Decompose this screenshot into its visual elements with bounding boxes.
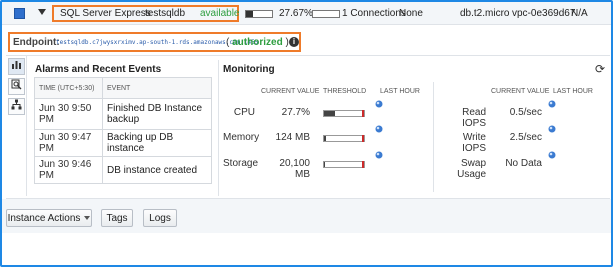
sparkline-icon[interactable] bbox=[375, 100, 383, 108]
endpoint-label: Endpoint: bbox=[13, 37, 60, 48]
connections-bar bbox=[312, 10, 340, 18]
actions-bar bbox=[2, 199, 611, 233]
alarms-section-title: Alarms and Recent Events bbox=[35, 64, 162, 75]
column-header-event: EVENT bbox=[102, 77, 212, 99]
multi-az: N/A bbox=[571, 8, 588, 19]
instance-actions-button[interactable]: Instance Actions bbox=[6, 209, 92, 227]
header-threshold: THRESHOLD bbox=[323, 88, 367, 95]
metric-label-read-iops: Read IOPS bbox=[462, 107, 486, 129]
metric-value-memory: 124 MB bbox=[275, 132, 310, 143]
metric-label-storage: Storage bbox=[223, 158, 259, 169]
metric-label-memory: Memory bbox=[223, 132, 260, 143]
sparkline-icon[interactable] bbox=[375, 151, 383, 159]
metric-label-swap-usage: Swap Usage bbox=[457, 158, 486, 180]
magnifier-icon[interactable] bbox=[8, 78, 25, 95]
info-icon[interactable]: i bbox=[289, 37, 299, 47]
metric-label-cpu: CPU bbox=[233, 107, 255, 118]
table-row: Jun 30 9:50 PM Finished DB Instance back… bbox=[34, 98, 212, 130]
auth-open-paren: ( bbox=[226, 37, 230, 48]
metric-value-swap-usage: No Data bbox=[505, 158, 542, 169]
threshold-fill-memory bbox=[324, 136, 326, 141]
connections-count: 1 Connections bbox=[342, 8, 406, 19]
event-text: Backing up DB instance bbox=[102, 129, 212, 157]
chevron-down-icon bbox=[84, 216, 91, 221]
hierarchy-icon[interactable] bbox=[8, 98, 25, 115]
status-badge: available bbox=[200, 8, 240, 19]
threshold-marker-cpu bbox=[362, 110, 364, 117]
rds-instance-panel: SQL Server Express testsqldb available 2… bbox=[0, 0, 613, 267]
metric-value-read-iops: 0.5/sec bbox=[509, 107, 542, 118]
row-select-checkbox[interactable] bbox=[14, 8, 25, 19]
threshold-bar-cpu bbox=[323, 110, 365, 117]
detail-view-toolbar bbox=[6, 56, 27, 196]
sparkline-icon[interactable] bbox=[548, 125, 556, 133]
threshold-marker-storage bbox=[362, 161, 364, 168]
metric-label-write-iops: Write IOPS bbox=[462, 132, 486, 154]
monitoring-column-divider bbox=[433, 82, 434, 192]
event-time: Jun 30 9:47 PM bbox=[34, 129, 103, 157]
metric-value-write-iops: 2.5/sec bbox=[509, 132, 542, 143]
logs-button[interactable]: Logs bbox=[143, 209, 177, 227]
instance-summary-row[interactable]: SQL Server Express testsqldb available 2… bbox=[2, 2, 611, 25]
refresh-icon[interactable]: ⟳ bbox=[595, 62, 605, 76]
header-last-hour: LAST HOUR bbox=[380, 88, 420, 95]
expand-caret-icon[interactable] bbox=[38, 9, 46, 15]
threshold-bar-memory bbox=[323, 135, 365, 142]
tags-button[interactable]: Tags bbox=[101, 209, 133, 227]
authorized-text: authorized bbox=[232, 37, 283, 48]
threshold-fill-storage bbox=[324, 162, 325, 167]
threshold-fill-cpu bbox=[324, 111, 336, 116]
sparkline-icon[interactable] bbox=[548, 151, 556, 159]
engine-label: SQL Server Express bbox=[60, 8, 151, 19]
monitoring-section-title: Monitoring bbox=[223, 64, 275, 75]
threshold-bar-storage bbox=[323, 161, 365, 168]
cpu-usage-fill bbox=[246, 11, 254, 17]
instance-class: db.t2.micro bbox=[460, 8, 510, 19]
event-text: Finished DB Instance backup bbox=[102, 98, 212, 130]
header-current-value: CURRENT VALUE bbox=[261, 88, 320, 95]
header-last-hour-right: LAST HOUR bbox=[553, 88, 593, 95]
bar-chart-icon[interactable] bbox=[8, 58, 25, 75]
sparkline-icon[interactable] bbox=[548, 100, 556, 108]
endpoint-authorization: ( authorized ) bbox=[226, 37, 289, 48]
event-time: Jun 30 9:46 PM bbox=[34, 156, 103, 184]
alarms-events-table: TIME (UTC+5:30) EVENT Jun 30 9:50 PM Fin… bbox=[34, 77, 212, 184]
event-text: DB instance created bbox=[102, 156, 212, 184]
threshold-marker-memory bbox=[362, 135, 364, 142]
vpc-id: vpc-0e369d67 bbox=[512, 8, 576, 19]
table-row: Jun 30 9:46 PM DB instance created bbox=[34, 156, 212, 184]
event-time: Jun 30 9:50 PM bbox=[34, 98, 103, 130]
monitoring-divider bbox=[218, 60, 219, 196]
replication-role: None bbox=[399, 8, 423, 19]
section-divider bbox=[6, 55, 610, 56]
sparkline-icon[interactable] bbox=[375, 125, 383, 133]
metric-value-storage: 20,100 MB bbox=[279, 158, 310, 180]
instance-actions-label: Instance Actions bbox=[7, 213, 81, 224]
header-current-value-right: CURRENT VALUE bbox=[491, 88, 550, 95]
db-identifier: testsqldb bbox=[145, 8, 186, 19]
column-header-time: TIME (UTC+5:30) bbox=[34, 77, 103, 99]
table-row: Jun 30 9:47 PM Backing up DB instance bbox=[34, 129, 212, 157]
metric-value-cpu: 27.7% bbox=[281, 107, 310, 118]
cpu-usage-bar bbox=[245, 10, 273, 18]
cpu-percent: 27.67% bbox=[279, 8, 313, 19]
